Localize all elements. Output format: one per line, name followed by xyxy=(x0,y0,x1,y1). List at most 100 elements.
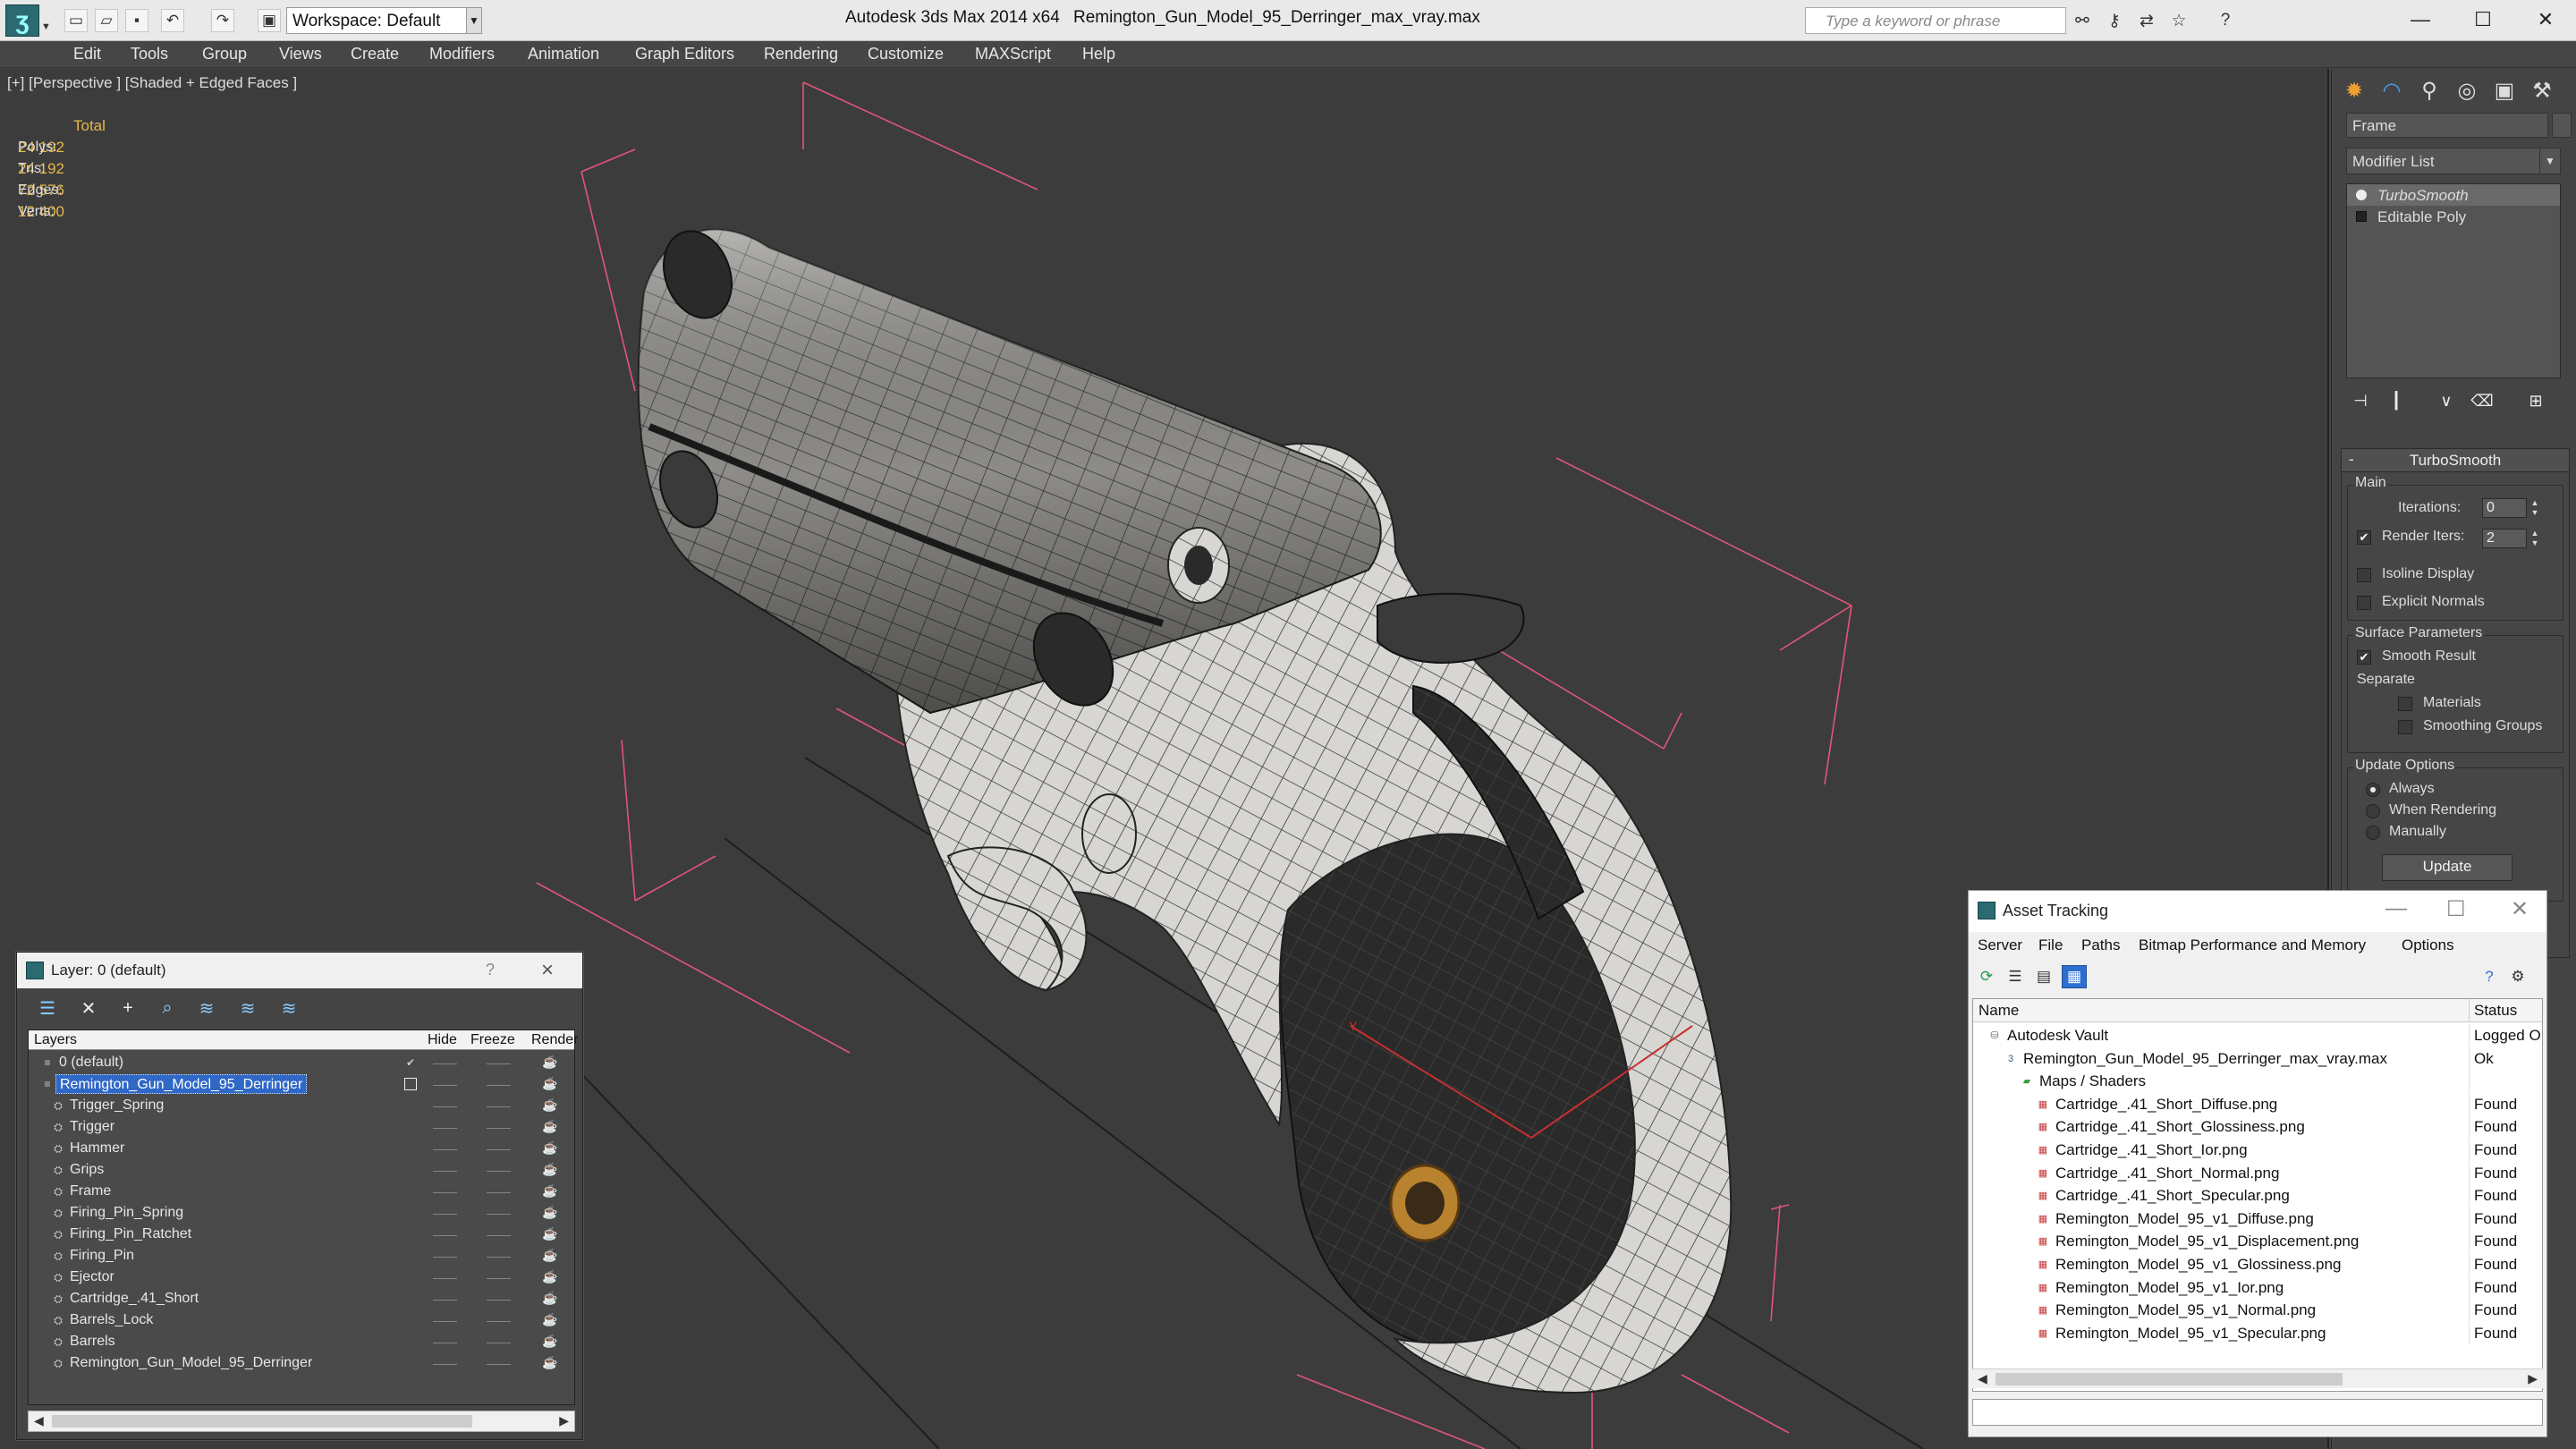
freeze-toggle[interactable]: —— xyxy=(487,1313,511,1327)
asset-row[interactable]: ▦ Remington_Model_95_v1_Specular.png Found xyxy=(1973,1321,2542,1344)
render-iters-spinner-arrows-icon[interactable]: ▲ ▼ xyxy=(2529,529,2541,548)
object-name-field[interactable]: Frame xyxy=(2346,113,2548,138)
render-teapot-icon[interactable]: ☕ xyxy=(542,1226,557,1241)
menu-help[interactable]: Help xyxy=(1082,45,1115,64)
menu-views[interactable]: Views xyxy=(279,45,322,64)
freeze-toggle[interactable]: —— xyxy=(487,1227,511,1241)
freeze-toggle[interactable]: —— xyxy=(487,1292,511,1306)
manually-radio[interactable] xyxy=(2366,826,2380,840)
remove-modifier-icon[interactable]: ⌫ xyxy=(2468,387,2496,414)
render-teapot-icon[interactable]: ☕ xyxy=(542,1140,557,1156)
hide-toggle[interactable]: —— xyxy=(433,1270,457,1284)
iterations-spinner-arrows-icon[interactable]: ▲ ▼ xyxy=(2529,498,2541,518)
hide-toggle[interactable]: —— xyxy=(433,1249,457,1263)
smooth-result-checkbox[interactable]: ✔ xyxy=(2357,650,2371,665)
menu-animation[interactable]: Animation xyxy=(528,45,599,64)
render-teapot-icon[interactable]: ☕ xyxy=(542,1248,557,1263)
asset-row[interactable]: ▦ Cartridge_.41_Short_Glossiness.png Found xyxy=(1973,1115,2542,1139)
refresh-icon[interactable]: ⟳ xyxy=(1974,965,1999,988)
isoline-display-checkbox[interactable] xyxy=(2357,568,2371,582)
hide-all-icon[interactable]: ≋ xyxy=(233,996,262,1021)
col-freeze[interactable]: Freeze xyxy=(470,1032,515,1048)
hide-toggle[interactable]: —— xyxy=(433,1120,457,1134)
collapse-icon[interactable]: - xyxy=(2349,451,2354,469)
asset-menu-server[interactable]: Server xyxy=(1978,936,2022,954)
always-radio[interactable] xyxy=(2366,783,2380,797)
project-folder-icon[interactable]: ▣ xyxy=(258,9,281,32)
render-iters-checkbox[interactable]: ✔ xyxy=(2357,530,2371,545)
exchange-icon[interactable]: ⇄ xyxy=(2134,8,2159,33)
asset-row[interactable]: ▰ Maps / Shaders xyxy=(1973,1070,2542,1093)
col-status[interactable]: Status xyxy=(2474,1002,2517,1020)
iterations-spinner[interactable]: 0 xyxy=(2482,498,2527,518)
asset-menu-options[interactable]: Options xyxy=(2402,936,2454,954)
col-render[interactable]: Render xyxy=(531,1032,578,1048)
when-rendering-radio[interactable] xyxy=(2366,804,2380,818)
layer-table[interactable]: Layers Hide Freeze Render ≡ 0 (default) ✔ —… xyxy=(28,1030,578,1405)
show-end-result-icon[interactable]: ┃ xyxy=(2382,387,2411,414)
trigger-mesh[interactable] xyxy=(1081,793,1137,874)
render-teapot-icon[interactable]: ☕ xyxy=(542,1269,557,1284)
close-icon[interactable]: × xyxy=(541,958,554,983)
layer-object-row[interactable]: ⛭ Firing_Pin —— —— ☕ xyxy=(29,1245,574,1267)
motion-tab-icon[interactable]: ◎ xyxy=(2450,74,2484,106)
maximize-icon[interactable]: ☐ xyxy=(2446,896,2466,922)
hide-toggle[interactable]: —— xyxy=(433,1184,457,1199)
app-menu-arrow-icon[interactable]: ▼ xyxy=(41,21,51,32)
freeze-toggle[interactable]: —— xyxy=(487,1335,511,1349)
make-unique-icon[interactable]: ∨ xyxy=(2432,387,2461,414)
lightbulb-icon[interactable] xyxy=(2356,190,2367,200)
update-button[interactable]: Update xyxy=(2382,854,2512,881)
asset-row[interactable]: ▦ Remington_Model_95_v1_Glossiness.png Fou… xyxy=(1973,1253,2542,1275)
delete-layer-icon[interactable]: ✕ xyxy=(74,996,103,1021)
stack-item-turbosmooth[interactable]: TurboSmooth xyxy=(2347,184,2560,206)
layer-object-row[interactable]: ⛭ Firing_Pin_Spring —— —— ☕ xyxy=(29,1202,574,1224)
render-teapot-icon[interactable]: ☕ xyxy=(542,1119,557,1134)
close-icon[interactable]: ✕ xyxy=(2511,896,2529,922)
turbosmooth-rollout-header[interactable]: - TurboSmooth xyxy=(2342,449,2569,472)
new-file-icon[interactable]: ▭ xyxy=(64,9,88,32)
menu-modifiers[interactable]: Modifiers xyxy=(429,45,495,64)
search-input[interactable]: Type a keyword or phrase xyxy=(1805,7,2066,34)
explicit-normals-checkbox[interactable] xyxy=(2357,596,2371,610)
save-icon[interactable]: ▪ xyxy=(125,9,148,32)
render-teapot-icon[interactable]: ☕ xyxy=(542,1162,557,1177)
freeze-toggle[interactable]: —— xyxy=(487,1120,511,1134)
layer-dialog-titlebar[interactable]: Layer: 0 (default) ? × xyxy=(17,953,582,988)
maximize-icon[interactable]: ☐ xyxy=(2458,4,2508,36)
key-icon[interactable]: ⚷ xyxy=(2102,8,2127,33)
freeze-toggle[interactable]: —— xyxy=(487,1206,511,1220)
table-view-icon[interactable]: ▦ xyxy=(2062,965,2087,988)
layer-object-row[interactable]: ⛭ Firing_Pin_Ratchet —— —— ☕ xyxy=(29,1224,574,1245)
render-teapot-icon[interactable]: ☕ xyxy=(542,1355,557,1370)
freeze-toggle[interactable]: —— xyxy=(487,1270,511,1284)
asset-table[interactable]: Name Status ⛁ Autodesk Vault Logged O 3 Remi… xyxy=(1972,998,2543,1392)
asset-row[interactable]: ⛁ Autodesk Vault Logged O xyxy=(1973,1024,2542,1046)
current-layer-box-icon[interactable] xyxy=(404,1078,417,1090)
close-icon[interactable]: ✕ xyxy=(2521,4,2571,36)
layer-object-row[interactable]: ⛭ Frame —— —— ☕ xyxy=(29,1181,574,1202)
hide-toggle[interactable]: —— xyxy=(433,1292,457,1306)
render-teapot-icon[interactable]: ☕ xyxy=(542,1312,557,1327)
modifier-list-arrow-icon[interactable]: ▼ xyxy=(2539,148,2561,174)
hide-toggle[interactable]: —— xyxy=(433,1227,457,1241)
layer-object-row[interactable]: ⛭ Hammer —— —— ☕ xyxy=(29,1138,574,1159)
add-to-layer-icon[interactable]: + xyxy=(114,996,142,1021)
binoculars-icon[interactable]: ⚯ xyxy=(2070,8,2095,33)
layer-object-row[interactable]: ⛭ Grips —— —— ☕ xyxy=(29,1159,574,1181)
layer-object-row[interactable]: ⛭ Remington_Gun_Model_95_Derringer —— —— ☕ xyxy=(29,1352,574,1374)
scroll-left-icon[interactable]: ◀ xyxy=(1978,1371,1987,1386)
utilities-tab-icon[interactable]: ⚒ xyxy=(2525,74,2559,106)
freeze-toggle[interactable]: —— xyxy=(487,1141,511,1156)
scroll-thumb[interactable] xyxy=(1996,1373,2343,1385)
active-layer-check-icon[interactable]: ✔ xyxy=(404,1056,417,1069)
workspace-select[interactable]: Workspace: Default xyxy=(286,7,481,34)
layer-object-row[interactable]: ⛭ Trigger —— —— ☕ xyxy=(29,1116,574,1138)
modifier-list-dropdown[interactable]: Modifier List xyxy=(2346,148,2561,174)
asset-menu-file[interactable]: File xyxy=(2038,936,2063,954)
settings-icon[interactable]: ⚙ xyxy=(2505,965,2530,988)
select-in-layer-icon[interactable]: ⌕ xyxy=(153,996,182,1021)
help-icon[interactable]: ? xyxy=(2213,8,2238,33)
hide-toggle[interactable]: —— xyxy=(433,1313,457,1327)
menu-create[interactable]: Create xyxy=(351,45,399,64)
